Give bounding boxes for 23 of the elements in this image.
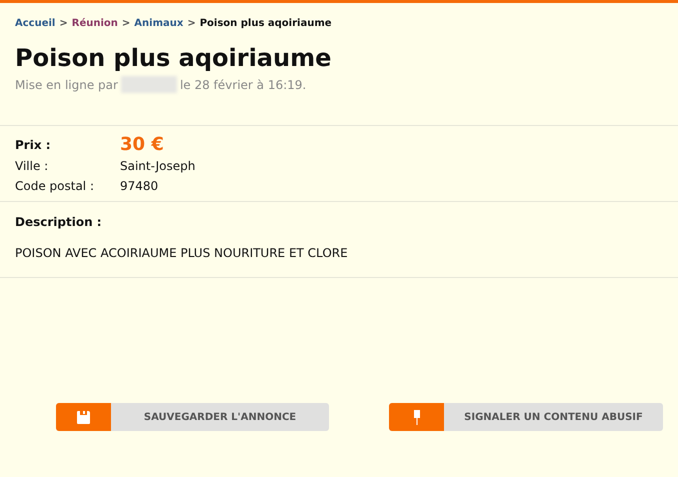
- detail-label: Ville :: [15, 158, 50, 175]
- breadcrumb-link[interactable]: Réunion: [72, 18, 118, 28]
- listing-title: Poison plus aqoiriaume: [15, 44, 332, 72]
- detail-label: Prix :: [15, 137, 52, 154]
- floppy-icon: [77, 410, 90, 424]
- description-label: Description :: [15, 215, 103, 229]
- posted-by-text: Mise en ligne par: [15, 78, 118, 92]
- description-text: POISON AVEC ACOIRIAUME PLUS NOURITURE ET CLORE: [15, 246, 349, 260]
- save-listing-button[interactable]: SAUVEGARDER L'ANNONCE: [56, 403, 329, 431]
- breadcrumb-current: Poison plus aqoiriaume: [200, 18, 332, 28]
- breadcrumb-separator: >: [122, 18, 130, 28]
- detail-value: 97480: [120, 178, 160, 195]
- breadcrumb-link[interactable]: Accueil: [15, 18, 56, 28]
- price-value: 30 €: [120, 134, 165, 156]
- breadcrumb-link[interactable]: Animaux: [134, 18, 184, 28]
- pushpin-icon: [412, 410, 420, 424]
- report-button[interactable]: SIGNALER UN CONTENU ABUSIF: [389, 403, 663, 431]
- breadcrumb-separator: >: [59, 18, 68, 28]
- detail-label: Code postal :: [15, 178, 95, 195]
- detail-value: Saint-Joseph: [120, 158, 196, 175]
- breadcrumb-separator: >: [187, 18, 196, 28]
- posted-date-text: le 28 février à 16:19.: [180, 78, 306, 92]
- blurred-username: [120, 76, 177, 93]
